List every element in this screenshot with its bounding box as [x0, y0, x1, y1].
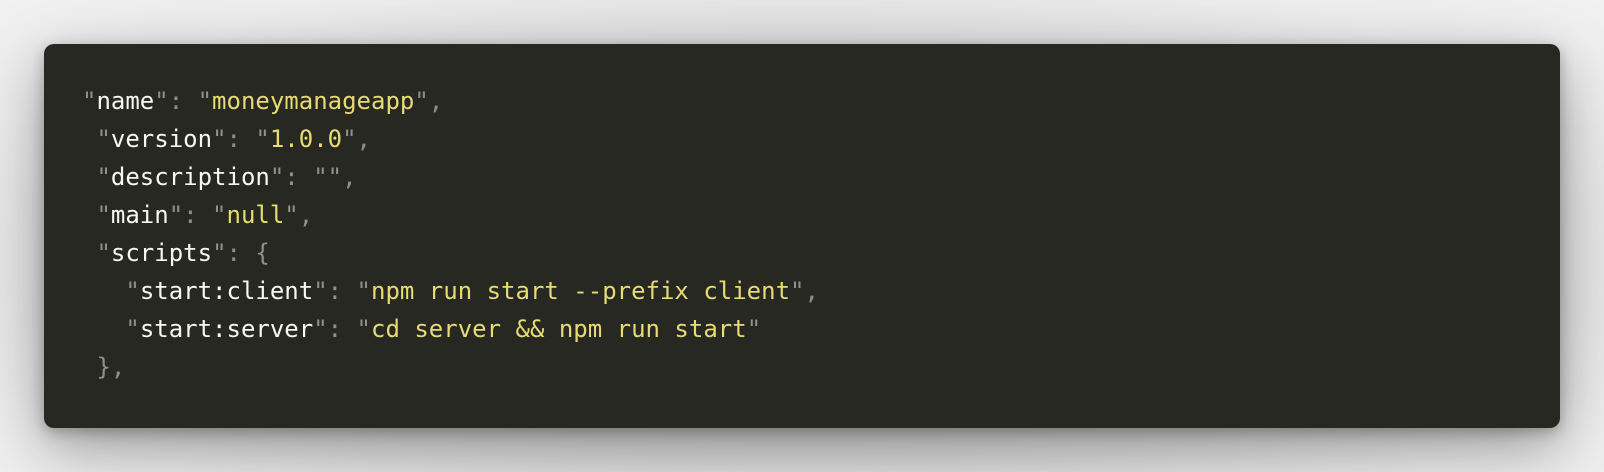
json-key: main [110, 201, 169, 229]
json-string-value: npm run start --prefix client [371, 277, 791, 305]
json-string-value: moneymanageapp [212, 87, 415, 115]
json-key: version [110, 125, 213, 153]
code-block: "name": "moneymanageapp", "version": "1.… [44, 44, 1560, 428]
code-line-description: "description": "", [96, 163, 357, 191]
code-line-scripts-close: }, [82, 348, 1560, 386]
code-line-version: "version": "1.0.0", [96, 125, 372, 153]
code-line-name: "name": "moneymanageapp", [82, 87, 444, 115]
json-brace-close: }, [96, 353, 126, 381]
json-key: start:client [139, 277, 314, 305]
json-string-value: null [226, 201, 285, 229]
json-key: scripts [110, 239, 213, 267]
code-line-scripts: "scripts": { [96, 239, 270, 267]
json-string-value: 1.0.0 [269, 125, 343, 153]
code-content: "name": "moneymanageapp", "version": "1.… [82, 82, 1560, 386]
code-line-main: "main": "null", [96, 201, 314, 229]
json-string-value: cd server && npm run start [371, 315, 747, 343]
code-line-start-server: "start:server": "cd server && npm run st… [125, 315, 762, 343]
code-line-start-client: "start:client": "npm run start --prefix … [125, 277, 819, 305]
json-key: description [110, 163, 270, 191]
json-key: start:server [139, 315, 314, 343]
json-key: name [96, 87, 155, 115]
json-brace-open: { [255, 239, 270, 267]
